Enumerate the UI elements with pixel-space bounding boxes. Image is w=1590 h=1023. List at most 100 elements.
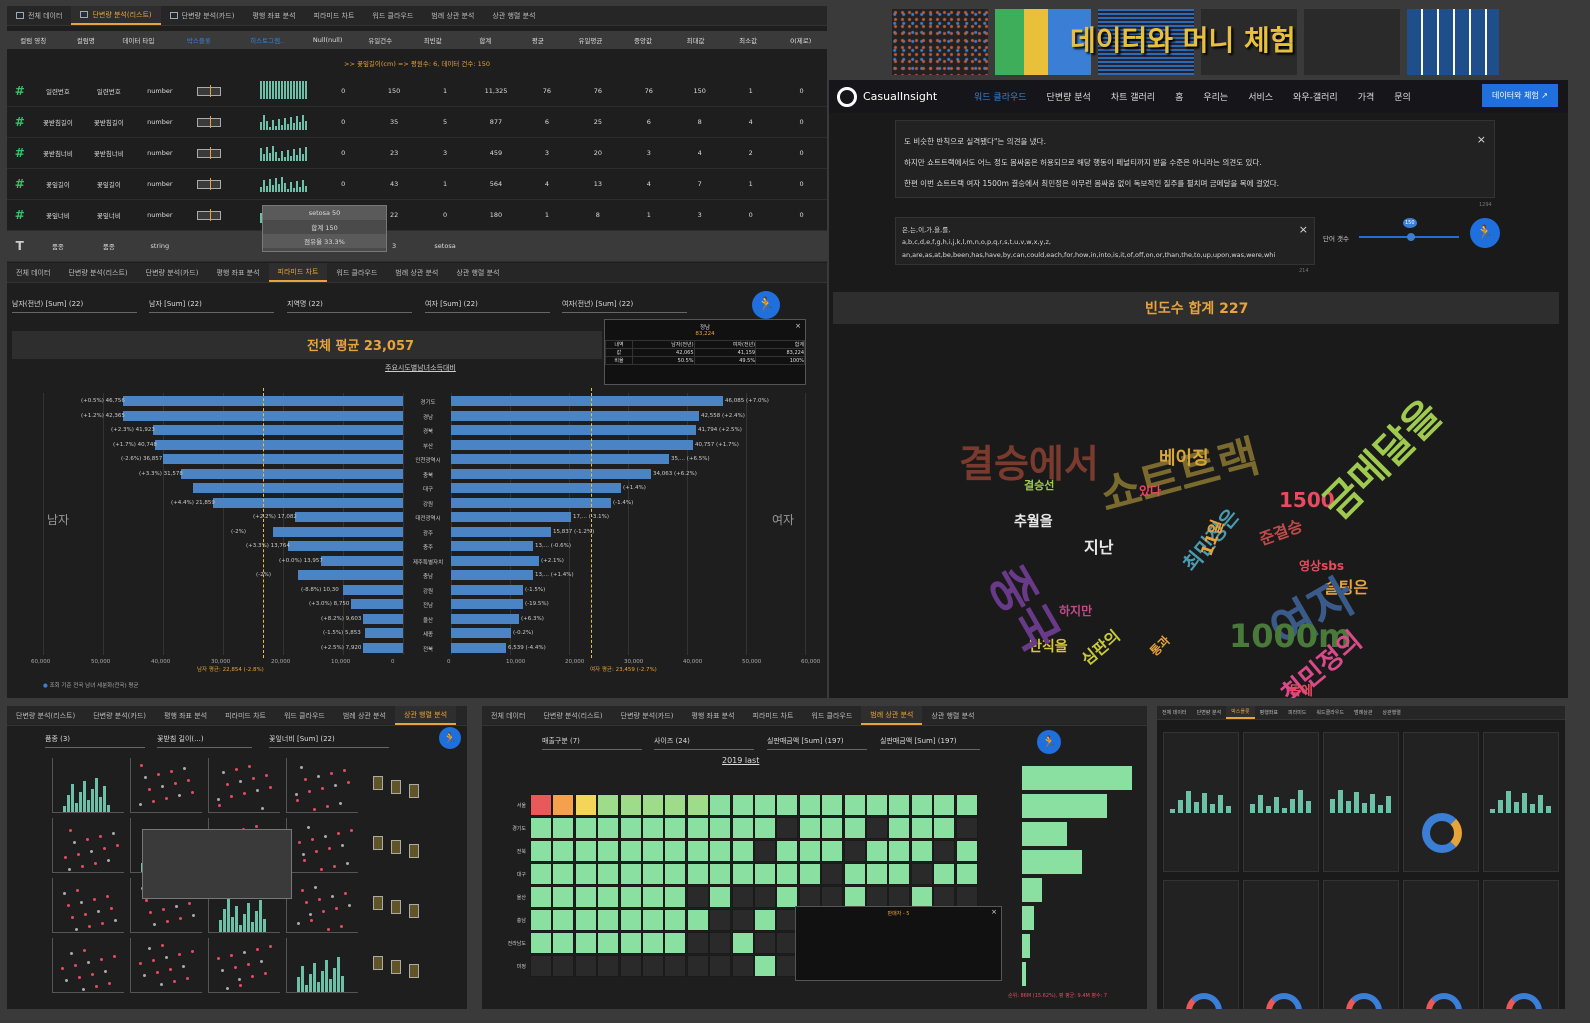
selector-petal-width[interactable]: 꽃잎너비 [Sum] (22) [269, 734, 389, 748]
male-bar[interactable] [365, 628, 403, 638]
heat-cell[interactable] [574, 840, 597, 862]
dash-tab-5[interactable]: 피라미드 [1283, 706, 1311, 719]
male-bar[interactable] [288, 541, 403, 551]
male-bar[interactable] [363, 642, 403, 653]
word-item[interactable]: 심판의 [1078, 626, 1124, 669]
heat-cell[interactable] [910, 817, 933, 839]
tab-univariate-card[interactable]: 단변량 분석(카드) [612, 706, 683, 725]
thumb-scatter[interactable] [1304, 9, 1400, 75]
word-item[interactable]: 지난 [1084, 540, 1113, 556]
heat-cell[interactable] [776, 794, 799, 816]
dashboard-card[interactable] [1163, 732, 1239, 872]
heat-cell[interactable] [731, 932, 754, 954]
tab-legend-corr[interactable]: 범례 상관 분석 [422, 6, 483, 25]
heat-cell[interactable] [866, 863, 888, 885]
heat-cell[interactable] [843, 794, 866, 816]
boxplot-header[interactable]: 박스플롯 [165, 35, 233, 45]
tab-wordcloud[interactable]: 워드 클라우드 [275, 706, 334, 725]
nav-univariate[interactable]: 단변량 분석 [1047, 90, 1091, 103]
tab-univariate-list[interactable]: 단변량 분석(리스트) [534, 706, 611, 725]
dashboard-card[interactable] [1323, 880, 1399, 1009]
selector-region[interactable]: 지역명 (22) [287, 299, 412, 313]
tab-legend-corr[interactable]: 범례 상관 분석 [334, 706, 395, 725]
heat-cell[interactable] [798, 886, 821, 908]
heat-cell[interactable] [955, 840, 978, 862]
heat-cell[interactable] [933, 817, 956, 839]
heat-cell[interactable] [933, 886, 956, 908]
heat-cell[interactable] [530, 909, 552, 931]
tab-pyramid[interactable]: 피라미드 차트 [268, 263, 328, 282]
heat-cell[interactable] [731, 909, 754, 931]
tab-univariate-list[interactable]: 단변량 분석(리스트) [71, 6, 161, 25]
run-button[interactable]: 🏃 [752, 291, 780, 319]
table-row[interactable]: # 꽃받침너비 꽃받침너비 number 0 23 3 459 3 20 3 4 2 0 [7, 138, 827, 169]
table-row[interactable]: # 꽃받침길이 꽃받침길이 number 0 35 5 877 6 25 6 8 4 0 [7, 107, 827, 138]
heat-cell[interactable] [664, 955, 687, 977]
tab-all-data[interactable]: 전체 데이터 [7, 263, 59, 282]
heat-cell[interactable] [776, 863, 799, 885]
side-bar[interactable] [1022, 878, 1042, 902]
dashboard-card[interactable] [1483, 732, 1559, 872]
selector-male-prev[interactable]: 남자(전년) [Sum] (22) [12, 299, 137, 313]
popup-close-icon[interactable]: × [991, 908, 997, 916]
male-bar[interactable] [181, 468, 403, 479]
heat-cell[interactable] [597, 817, 620, 839]
heat-cell[interactable] [530, 932, 552, 954]
heat-cell[interactable] [664, 840, 687, 862]
heat-cell[interactable] [709, 863, 732, 885]
male-bar[interactable] [193, 483, 403, 493]
female-bar[interactable] [451, 439, 693, 450]
heat-cell[interactable] [888, 840, 911, 862]
heat-cell[interactable] [709, 955, 732, 977]
dashboard-card[interactable] [1483, 880, 1559, 1009]
heat-cell[interactable] [597, 863, 620, 885]
heat-cell[interactable] [910, 794, 933, 816]
heat-cell[interactable] [754, 955, 776, 977]
tab-corr-matrix[interactable]: 상관 행렬 분석 [483, 6, 544, 25]
heat-cell[interactable] [686, 863, 709, 885]
heat-cell[interactable] [686, 817, 709, 839]
male-bar[interactable] [273, 526, 403, 537]
matrix-cell[interactable] [52, 938, 124, 993]
side-bar[interactable] [1022, 850, 1082, 874]
heat-cell[interactable] [552, 909, 575, 931]
nav-price[interactable]: 가격 [1358, 90, 1375, 103]
heat-cell[interactable] [821, 817, 844, 839]
matrix-cell[interactable] [286, 878, 358, 933]
matrix-cell[interactable] [52, 878, 124, 933]
word-item[interactable]: 금메달을 [1314, 392, 1451, 529]
matrix-cell[interactable] [52, 818, 124, 873]
heat-cell[interactable] [686, 794, 709, 816]
heat-cell[interactable] [552, 886, 575, 908]
heat-cell[interactable] [664, 909, 687, 931]
heat-cell[interactable] [731, 840, 754, 862]
heat-cell[interactable] [709, 909, 732, 931]
matrix-cell[interactable] [52, 758, 124, 813]
heat-cell[interactable] [798, 794, 821, 816]
word-item[interactable]: 목에 [1289, 685, 1313, 698]
selector-male[interactable]: 남자 [Sum] (22) [149, 299, 274, 313]
heat-cell[interactable] [664, 932, 687, 954]
heat-cell[interactable] [955, 794, 978, 816]
heat-cell[interactable] [843, 886, 866, 908]
dashboard-card[interactable] [1323, 732, 1399, 872]
heat-cell[interactable] [798, 817, 821, 839]
tab-all-data[interactable]: 전체 데이터 [7, 6, 71, 25]
heat-cell[interactable] [843, 817, 866, 839]
heat-cell[interactable] [955, 817, 978, 839]
selector-size[interactable]: 사이즈 (24) [654, 736, 754, 750]
heat-cell[interactable] [866, 794, 888, 816]
clear-text-icon[interactable]: × [1477, 129, 1486, 150]
heat-cell[interactable] [619, 794, 642, 816]
heat-cell[interactable] [642, 817, 664, 839]
heat-cell[interactable] [574, 955, 597, 977]
tab-pyramid[interactable]: 피라미드 차트 [216, 706, 275, 725]
heat-cell[interactable] [574, 886, 597, 908]
male-bar[interactable] [295, 512, 403, 522]
side-bar[interactable] [1022, 766, 1132, 790]
heat-cell[interactable] [530, 863, 552, 885]
tab-corr-matrix[interactable]: 상관 행렬 분석 [394, 706, 457, 725]
heat-cell[interactable] [686, 932, 709, 954]
word-item[interactable]: 추월을 [1014, 515, 1053, 529]
female-bar[interactable] [451, 425, 696, 435]
